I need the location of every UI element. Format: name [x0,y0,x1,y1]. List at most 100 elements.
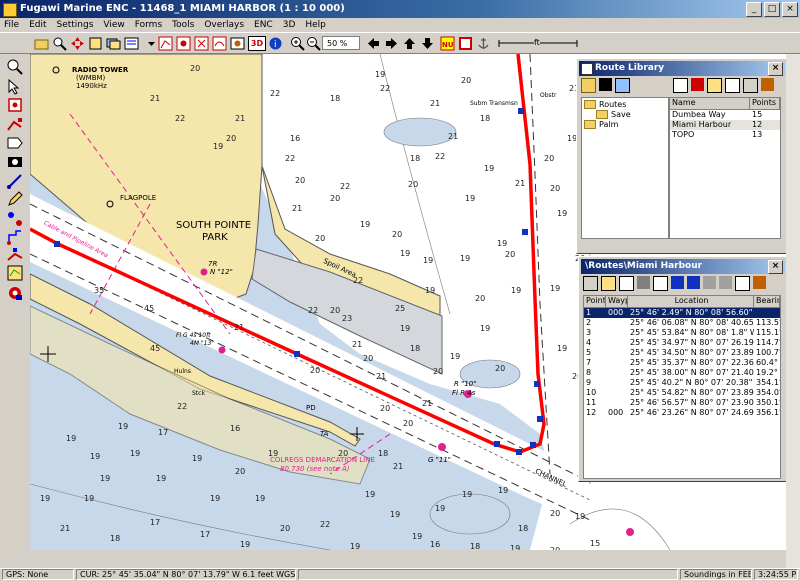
new-folder-icon[interactable] [581,78,596,93]
close-button[interactable]: × [782,2,798,17]
pan-icon[interactable] [70,36,85,51]
arrow-right-icon[interactable] [384,36,399,51]
menu-help[interactable]: Help [305,18,326,32]
move-up-icon[interactable] [703,276,716,289]
new-route-icon[interactable] [707,78,722,93]
col-name-header[interactable]: Name [670,98,750,109]
waypoint-row[interactable]: 3 25° 45' 53.84" N 80° 08' 1.8" W115.1° [584,328,780,338]
import-icon[interactable] [673,78,688,93]
menu-settings[interactable]: Settings [57,18,94,32]
mark-icon[interactable] [194,36,209,51]
track-icon[interactable] [212,36,227,51]
camera-icon[interactable] [6,152,24,170]
waypoint-row[interactable]: 4 25° 45' 34.97" N 80° 07' 26.19" W114.7° [584,338,780,348]
properties-icon[interactable] [725,78,740,93]
chevron-down-icon[interactable] [144,36,159,51]
waypoint-row[interactable]: 5 25° 45' 34.50" N 80° 07' 23.89" W100.7° [584,348,780,358]
arrow-down-icon[interactable] [420,36,435,51]
waypoint-row[interactable]: 8 25° 45' 38.00" N 80° 07' 21.40" W19.2° [584,368,780,378]
menu-enc[interactable]: ENC [254,18,273,32]
trash-icon[interactable] [637,276,650,289]
track-log-icon[interactable] [6,264,24,282]
menu-edit[interactable]: Edit [29,18,46,32]
menu-overlays[interactable]: Overlays [204,18,244,32]
threed-button[interactable]: 3D [248,36,266,51]
pen-icon[interactable] [6,190,24,208]
anchor-icon[interactable] [476,36,491,51]
zoom-in-icon[interactable] [290,36,305,51]
chart-vertical-scrollbar[interactable] [786,54,800,568]
chart-list-icon[interactable] [124,36,139,51]
depth-sounding: 18 [410,154,421,163]
menu-3d[interactable]: 3D [283,18,296,32]
maximize-button[interactable]: □ [764,2,780,17]
route-row-selected[interactable]: Miami Harbour 12 [670,120,780,130]
col-points-header[interactable]: Points [750,98,780,109]
waypoint-row[interactable]: 9 25° 45' 40.2" N 80° 07' 20.38" W354.1° [584,378,780,388]
fit-icon[interactable] [88,36,103,51]
waypoints-group-icon[interactable] [6,210,24,228]
move-down-icon[interactable] [687,276,700,289]
chart-route-icon[interactable] [691,78,704,91]
copy-icon[interactable] [743,78,758,93]
add-waypoint-icon[interactable] [6,96,24,114]
minimize-button[interactable]: _ [746,2,762,17]
photo-icon[interactable] [230,36,245,51]
route-library-close-button[interactable]: × [768,62,783,76]
route-edit-icon[interactable] [6,246,24,264]
library-book-icon[interactable] [761,78,774,91]
track-tool-icon[interactable] [6,134,24,152]
waypoint-location: 25° 46' 2.49" N 80° 08' 56.60" W [630,308,754,317]
arrow-up-icon[interactable] [402,36,417,51]
col-point-header[interactable]: Point [584,296,606,307]
waypoint-row[interactable]: 7 25° 45' 35.37" N 80° 07' 22.36" W60.4° [584,358,780,368]
insert-point-icon[interactable] [653,276,668,291]
waypoint-row[interactable]: 10 25° 45' 54.82" N 80° 07' 23.89" W354.0… [584,388,780,398]
mark-route-icon[interactable] [6,116,24,134]
menu-forms[interactable]: Forms [135,18,162,32]
download-icon[interactable] [671,276,684,289]
book-icon[interactable] [753,276,766,289]
menu-view[interactable]: View [103,18,124,32]
open-chart-icon[interactable] [34,36,49,51]
layers-icon[interactable] [106,36,121,51]
info-icon[interactable]: i [268,36,283,51]
tree-item-routes[interactable]: Routes [584,100,626,109]
route-row[interactable]: TOPO 13 [670,130,780,140]
zoom-out-icon[interactable] [306,36,321,51]
zoom-select[interactable]: 50 % [322,36,360,50]
route-row[interactable]: Dumbea Way 15 [670,110,780,120]
measure-icon[interactable] [6,172,24,190]
save-icon[interactable] [583,276,598,291]
reverse-icon[interactable] [719,276,732,289]
waypoint-icon[interactable] [176,36,191,51]
route-tool-icon[interactable] [6,228,24,246]
gps-position-icon[interactable] [6,284,24,302]
route-icon[interactable] [158,36,173,51]
waypoint-row[interactable]: 12 000 25° 46' 23.26" N 80° 07' 24.69" W35… [584,408,780,418]
stop-icon[interactable] [458,36,473,51]
print-icon[interactable] [619,276,634,291]
tree-item-palm[interactable]: Palm [584,120,618,129]
help-pointer-icon[interactable] [6,78,24,96]
add-route-icon[interactable] [615,78,630,93]
north-up-icon[interactable]: NU [440,36,455,51]
menu-tools[interactable]: Tools [172,18,194,32]
waypoint-row[interactable]: 11 25° 46' 56.57" N 80° 07' 23.90" W350.1… [584,398,780,408]
tree-item-save[interactable]: Save [596,110,631,119]
col-location-header[interactable]: Location [628,296,754,307]
col-bearing-header[interactable]: Bearing [754,296,780,307]
arrow-left-icon[interactable] [366,36,381,51]
waypoint-row[interactable]: 2 25° 46' 06.08" N 80° 08' 40.65" W113.5° [584,318,780,328]
find-chart-icon[interactable] [52,36,67,51]
settings-icon[interactable] [735,276,750,291]
menu-file[interactable]: File [4,18,19,32]
waypoint-row[interactable]: 1 000 25° 46' 2.49" N 80° 08' 56.60" W [584,308,780,318]
col-waypoint-header[interactable]: Waypoi [606,296,628,307]
depth-sounding: 19 [40,494,51,503]
magnify-icon[interactable] [6,58,24,76]
depth-sounding: 19 [575,512,586,521]
delete-icon[interactable] [599,78,612,91]
route-detail-close-button[interactable]: × [768,260,783,274]
edit-icon[interactable] [601,276,616,291]
